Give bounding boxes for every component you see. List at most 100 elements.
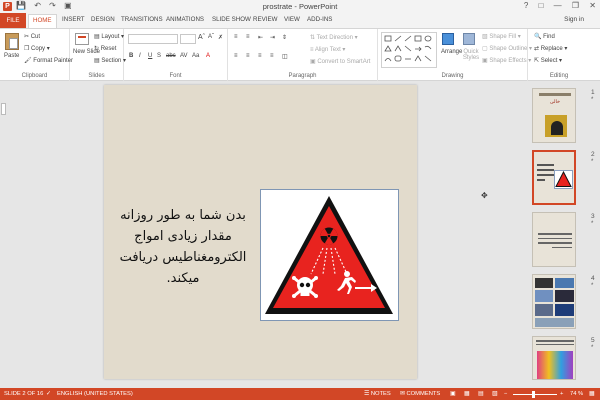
shadow-icon[interactable]: S <box>157 53 161 59</box>
font-shrink-icon[interactable]: Aˇ <box>208 34 214 40</box>
format-painter-button[interactable]: 🖌 Format Painter <box>24 57 73 64</box>
slideshow-view-icon[interactable]: ▧ <box>492 391 497 397</box>
language-indicator[interactable]: ENGLISH (UNITED STATES) <box>57 391 133 397</box>
section-button[interactable]: ▤ Section ▾ <box>94 57 126 64</box>
slide-text-box[interactable]: بدن شما به طور روزانه مقدار زیادی امواج … <box>118 205 248 289</box>
zoom-out-icon[interactable]: − <box>504 391 507 397</box>
comments-button[interactable]: ✉ COMMENTS <box>400 391 440 397</box>
shape-effects-button[interactable]: ▣ Shape Effects ▾ <box>482 57 531 64</box>
spellcheck-icon[interactable]: ✓ <box>46 391 51 397</box>
convert-smartart-button[interactable]: ▣ Convert to SmartArt <box>310 58 370 65</box>
decrease-indent-icon[interactable]: ⇤ <box>258 34 263 41</box>
line-spacing-icon[interactable]: ⇕ <box>282 34 287 41</box>
tab-design[interactable]: DESIGN <box>91 16 115 23</box>
thumb-number: 2 <box>591 151 595 158</box>
left-edge-scroll[interactable] <box>0 81 8 388</box>
normal-view-icon[interactable]: ▣ <box>450 391 455 397</box>
align-left-icon[interactable]: ≡ <box>234 53 238 59</box>
quick-styles-button[interactable]: Quick Styles <box>461 49 481 61</box>
bullets-icon[interactable]: ≡ <box>234 34 238 40</box>
underline-icon[interactable]: U <box>148 53 152 59</box>
tab-file[interactable]: FILE <box>0 13 26 28</box>
font-size-box[interactable] <box>180 34 196 44</box>
close-icon[interactable]: ✕ <box>589 1 596 10</box>
thumb-number: 3 <box>591 213 595 220</box>
copy-button[interactable]: ❐ Copy ▾ <box>24 45 50 52</box>
font-color-icon[interactable]: A <box>206 53 210 59</box>
zoom-slider[interactable] <box>513 390 557 398</box>
text-direction-label: Text Direction <box>316 35 353 41</box>
zoom-in-icon[interactable]: + <box>560 391 563 397</box>
increase-indent-icon[interactable]: ⇥ <box>270 34 275 41</box>
redo-icon[interactable]: ↷ <box>49 1 56 10</box>
text-direction-button[interactable]: ⇅ Text Direction ▾ <box>310 34 358 41</box>
save-icon[interactable]: 💾 <box>16 1 26 10</box>
shape-fill-button[interactable]: ▧ Shape Fill ▾ <box>482 33 521 40</box>
char-spacing-icon[interactable]: AV <box>180 53 188 59</box>
undo-icon[interactable]: ↶ <box>34 1 41 10</box>
find-button[interactable]: 🔍 Find <box>534 33 555 40</box>
zoom-slider-thumb[interactable] <box>532 390 535 398</box>
tab-home[interactable]: HOME <box>28 14 57 28</box>
cut-button[interactable]: ✂ Cut <box>24 33 40 40</box>
reset-button[interactable]: ↻ Reset <box>94 45 116 52</box>
tab-animations[interactable]: ANIMATIONS <box>166 16 204 23</box>
italic-icon[interactable]: I <box>139 53 141 59</box>
slide-canvas[interactable]: بدن شما به طور روزانه مقدار زیادی امواج … <box>104 85 417 379</box>
slide-thumbnail-5[interactable] <box>532 336 576 380</box>
start-slideshow-icon[interactable]: ▣ <box>64 1 72 10</box>
fit-slide-icon[interactable]: ▦ <box>589 391 594 397</box>
help-icon[interactable]: ? <box>524 1 528 10</box>
slide-sorter-icon[interactable]: ▦ <box>464 391 469 397</box>
slide-thumbnail-2[interactable] <box>532 150 576 205</box>
tab-add-ins[interactable]: ADD-INS <box>307 16 332 23</box>
sign-in-link[interactable]: Sign in <box>564 16 584 23</box>
shapes-gallery[interactable] <box>381 32 437 68</box>
quick-styles-icon[interactable] <box>463 33 475 45</box>
replace-button[interactable]: ⇄ Replace ▾ <box>534 45 567 52</box>
shape-outline-button[interactable]: ▢ Shape Outline ▾ <box>482 45 532 52</box>
strikethrough-icon[interactable]: abc <box>166 53 176 59</box>
select-button[interactable]: ⇱ Select ▾ <box>534 57 562 64</box>
reading-view-icon[interactable]: ▤ <box>478 391 483 397</box>
slide-counter: SLIDE 2 OF 16 <box>4 391 44 397</box>
radiation-warning-picture[interactable] <box>260 189 399 321</box>
align-text-button[interactable]: ≡ Align Text ▾ <box>310 46 345 53</box>
minimize-icon[interactable]: — <box>554 1 562 10</box>
columns-icon[interactable]: ◫ <box>282 53 288 60</box>
zoom-level[interactable]: 74 % <box>570 391 583 397</box>
slide-thumbnail-3[interactable] <box>532 212 576 267</box>
ribbon-tabs: FILE HOME INSERT DESIGN TRANSITIONS ANIM… <box>0 13 600 28</box>
align-center-icon[interactable]: ≡ <box>246 53 250 59</box>
paste-icon[interactable] <box>5 33 19 50</box>
bold-icon[interactable]: B <box>129 53 133 59</box>
tab-insert[interactable]: INSERT <box>62 16 85 23</box>
powerpoint-app-icon[interactable]: P <box>3 2 12 11</box>
thumb-photo <box>555 278 574 288</box>
title-bar: P 💾 ↶ ↷ ▣ prostrate - PowerPoint ? □ — ❐… <box>0 0 600 13</box>
arrange-button[interactable]: Arrange <box>441 49 462 55</box>
tab-view[interactable]: VIEW <box>284 16 300 23</box>
new-slide-icon[interactable] <box>75 33 89 45</box>
font-grow-icon[interactable]: Aˆ <box>198 34 205 41</box>
layout-button[interactable]: ▤ Layout ▾ <box>94 33 124 40</box>
numbering-icon[interactable]: ≡ <box>246 34 250 40</box>
justify-icon[interactable]: ≡ <box>270 53 274 59</box>
arrange-icon[interactable] <box>442 33 454 45</box>
drawing-group: Arrange Quick Styles ▧ Shape Fill ▾ ▢ Sh… <box>378 29 532 81</box>
paste-button[interactable]: Paste <box>4 53 19 59</box>
clear-format-icon[interactable]: ✗ <box>218 34 223 41</box>
tab-review[interactable]: REVIEW <box>253 16 277 23</box>
tab-transitions[interactable]: TRANSITIONS <box>121 16 163 23</box>
notes-button[interactable]: ☰ NOTES <box>364 391 391 397</box>
tab-slide-show[interactable]: SLIDE SHOW <box>212 16 251 23</box>
slide-thumbnail-1[interactable]: خالی <box>532 88 576 143</box>
slide-thumbnail-4[interactable] <box>532 274 576 329</box>
font-name-box[interactable] <box>128 34 178 44</box>
left-scroll-thumb[interactable] <box>1 103 6 115</box>
reset-label: Reset <box>100 46 117 52</box>
change-case-icon[interactable]: Aa <box>192 53 199 59</box>
ribbon-display-icon[interactable]: □ <box>539 1 544 10</box>
restore-icon[interactable]: ❐ <box>572 1 579 10</box>
align-right-icon[interactable]: ≡ <box>258 53 262 59</box>
